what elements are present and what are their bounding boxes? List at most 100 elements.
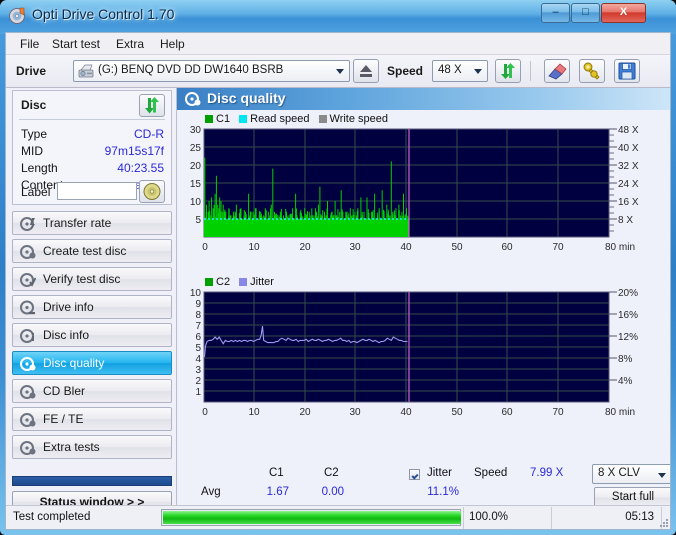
eject-button[interactable] <box>353 59 379 83</box>
window-title: Opti Drive Control 1.70 <box>32 6 175 22</box>
svg-text:7: 7 <box>195 321 201 332</box>
refresh-arrows-icon <box>145 97 159 114</box>
jitter-avg: 11.1% <box>427 486 459 498</box>
close-button[interactable]: X <box>601 3 646 23</box>
sidebar-item-label: Verify test disc <box>43 272 121 286</box>
c1-y2-tick-40: 40 X <box>618 143 639 154</box>
menu-help[interactable]: Help <box>154 36 191 53</box>
svg-text:20: 20 <box>190 161 202 172</box>
sidebar-item-label: Create test disc <box>43 244 127 258</box>
svg-text:8: 8 <box>195 310 201 321</box>
disc-quality-icon <box>185 92 201 106</box>
disc-check-icon <box>20 273 36 287</box>
sidebar-item-extra-tests[interactable]: Extra tests <box>12 435 172 459</box>
elapsed-time: 05:13 <box>625 511 654 523</box>
left-panel: Disc Type CD-R MID 97m15s17f Length 40:2… <box>6 88 176 513</box>
svg-text:5: 5 <box>195 215 201 226</box>
maximize-button[interactable]: □ <box>571 3 600 23</box>
sidebar-item-label: Drive info <box>43 300 94 314</box>
svg-text:0: 0 <box>202 407 208 418</box>
disc-mid-label: MID <box>21 144 43 158</box>
sidebar-item-verify-test-disc[interactable]: Verify test disc <box>12 267 172 291</box>
legend-swatch-c1 <box>205 115 213 123</box>
chevron-down-icon <box>658 473 666 478</box>
disc-info-icon <box>20 329 34 343</box>
speed-select-value: 48 X <box>438 64 462 76</box>
tools-button[interactable] <box>579 59 605 83</box>
c2-y2-tick-4: 4% <box>618 376 633 387</box>
jitter-checkbox[interactable] <box>409 469 420 480</box>
drive-select[interactable]: (G:) BENQ DVD DD DW1640 BSRB <box>73 60 350 82</box>
sidebar-item-drive-info[interactable]: Drive info <box>12 295 172 319</box>
refresh-button[interactable] <box>495 59 521 83</box>
svg-text:15: 15 <box>190 179 202 190</box>
c2-y2-tick-16: 16% <box>618 310 638 321</box>
svg-text:30: 30 <box>349 407 361 418</box>
disc-label-input[interactable] <box>57 182 137 200</box>
erase-disc-icon <box>548 63 567 80</box>
svg-text:10: 10 <box>248 242 260 253</box>
sidebar-item-disc-quality[interactable]: Disc quality <box>12 351 172 375</box>
application-window: Opti Drive Control 1.70 – □ X File Start… <box>0 0 676 535</box>
disc-icon <box>9 7 25 24</box>
c1-y2-tick-48: 48 X <box>618 125 639 136</box>
minimize-button[interactable]: – <box>541 3 570 23</box>
disc-label-label: Label <box>21 185 51 199</box>
stats-row-avg: Avg <box>201 486 221 498</box>
close-icon: X <box>619 6 628 18</box>
speed-stat-label: Speed <box>474 467 508 479</box>
svg-text:20: 20 <box>299 242 311 253</box>
svg-text:10: 10 <box>190 288 202 299</box>
save-button[interactable] <box>614 59 640 83</box>
menu-extra[interactable]: Extra <box>110 36 150 53</box>
disc-length-label: Length <box>21 161 58 175</box>
client-area: File Start test Extra Help Drive (G:) BE… <box>5 32 671 530</box>
disc-panel-title: Disc <box>21 98 47 112</box>
sidebar-item-disc-info[interactable]: Disc info <box>12 323 172 347</box>
write-mode-select[interactable]: 8 X CLV <box>592 464 670 484</box>
c1-chart[interactable]: 30 25 20 15 10 5 48 X 40 X 32 X 24 X 16 X 8 … <box>177 124 671 256</box>
speed-label: Speed <box>387 64 424 78</box>
eject-icon <box>360 65 372 77</box>
svg-text:25: 25 <box>190 143 202 154</box>
sidebar-item-label: Disc quality <box>43 356 105 370</box>
sidebar-item-label: Disc info <box>43 328 90 342</box>
disc-bler-icon <box>20 385 36 399</box>
svg-text:30: 30 <box>190 125 202 136</box>
speed-select[interactable]: 48 X <box>432 60 488 82</box>
refresh-arrows-icon <box>501 63 515 79</box>
erase-disc-button[interactable] <box>544 59 570 83</box>
sidebar-item-label: Transfer rate <box>43 216 112 230</box>
status-message: Test completed <box>13 511 91 523</box>
menu-start-test[interactable]: Start test <box>46 36 106 53</box>
title-bar: Opti Drive Control 1.70 – □ X <box>0 0 676 32</box>
resize-grip-icon[interactable] <box>658 517 670 529</box>
disc-label-button[interactable] <box>139 180 165 203</box>
svg-text:80 min: 80 min <box>605 242 635 253</box>
minimize-icon: – <box>552 6 559 18</box>
content-header: Disc quality <box>177 88 670 110</box>
disc-refresh-button[interactable] <box>139 94 165 117</box>
sidebar-item-create-test-disc[interactable]: Create test disc <box>12 239 172 263</box>
sidebar-item-cd-bler[interactable]: CD Bler <box>12 379 172 403</box>
svg-text:5: 5 <box>195 343 201 354</box>
save-floppy-icon <box>618 62 636 80</box>
disc-type-label: Type <box>21 127 48 141</box>
disc-arrow-icon <box>20 217 35 231</box>
sidebar-item-fe-te[interactable]: FE / TE <box>12 407 172 431</box>
stats-header-c1: C1 <box>269 467 284 479</box>
svg-text:10: 10 <box>248 407 260 418</box>
sidebar-item-label: Extra tests <box>43 440 100 454</box>
disc-mid-value: 97m15s17f <box>104 144 164 158</box>
sidebar-item-transfer-rate[interactable]: Transfer rate <box>12 211 172 235</box>
svg-text:70: 70 <box>552 242 564 253</box>
legend-swatch-c2 <box>205 278 213 286</box>
disc-type-value: CD-R <box>134 127 164 141</box>
c2-jitter-chart[interactable]: 1098 765 432 1 20% 16% 12% 8% 4% 0 10 20… <box>177 287 671 419</box>
sidebar-spacer <box>12 476 172 486</box>
divider <box>19 119 165 120</box>
svg-text:1: 1 <box>195 387 201 398</box>
svg-text:80 min: 80 min <box>605 407 635 418</box>
drive-info-icon <box>20 300 35 315</box>
menu-file[interactable]: File <box>14 36 45 53</box>
